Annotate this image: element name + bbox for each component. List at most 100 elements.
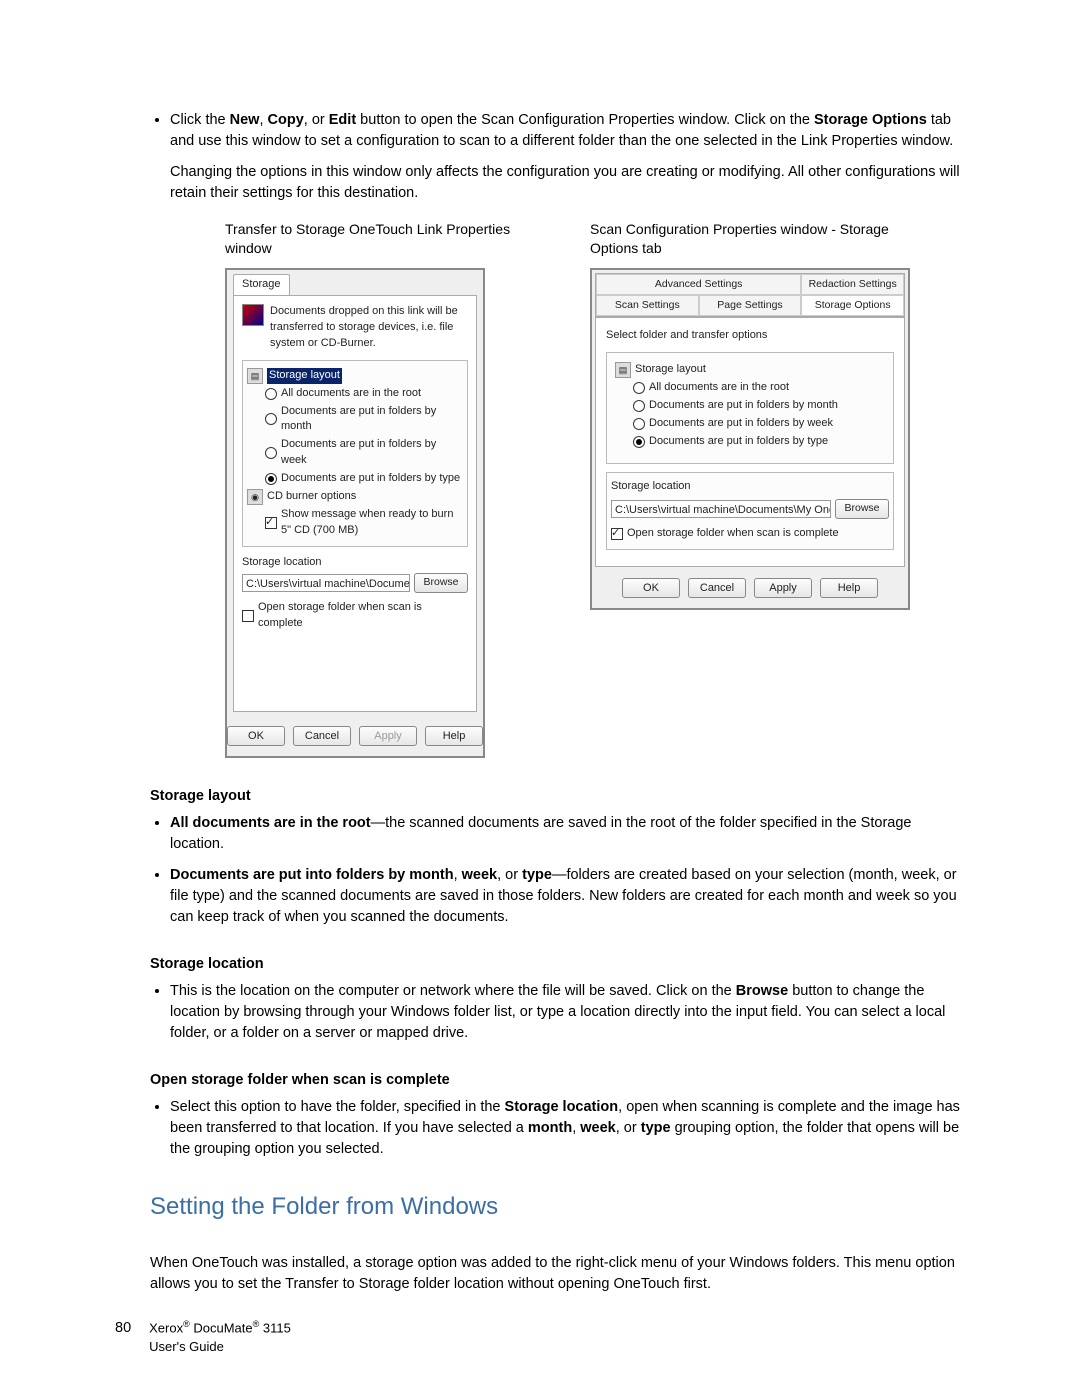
d2-storage-location-label: Storage location: [611, 479, 889, 495]
d2-storage-layout-title: Storage layout: [635, 362, 706, 378]
open-folder-row[interactable]: Open storage folder when scan is complet…: [242, 599, 468, 633]
heading-setting-folder: Setting the Folder from Windows: [150, 1190, 965, 1225]
path-row: C:\Users\virtual machine\Documents\My On…: [242, 573, 468, 593]
d2-path-row: C:\Users\virtual machine\Documents\My On…: [611, 499, 889, 519]
d2-ok-button[interactable]: OK: [622, 578, 680, 598]
d2-radio-week-label: Documents are put in folders by week: [649, 416, 833, 432]
layout-bullet-root: All documents are in the root—the scanne…: [170, 813, 965, 855]
tab-advanced-settings[interactable]: Advanced Settings: [596, 274, 801, 295]
figure-left-caption: Transfer to Storage OneTouch Link Proper…: [225, 220, 525, 258]
storage-icon: [242, 304, 264, 326]
radio-type-row[interactable]: Documents are put in folders by type: [247, 470, 463, 488]
dialog2-body: Select folder and transfer options ▤ Sto…: [595, 317, 905, 567]
dialog2-button-row: OK Cancel Apply Help: [592, 570, 908, 608]
d2-radio-month-label: Documents are put in folders by month: [649, 398, 838, 414]
d2-open-folder-row[interactable]: Open storage folder when scan is complet…: [611, 525, 889, 543]
footer-line-2: User's Guide: [149, 1338, 291, 1357]
page-footer: 80 Xerox® DocuMate® 3115 User's Guide: [115, 1318, 291, 1357]
storage-layout-title: Storage layout: [267, 368, 342, 384]
browse-button[interactable]: Browse: [414, 573, 468, 593]
intro-note: Changing the options in this window only…: [170, 162, 965, 204]
reg-mark-icon: ®: [183, 1319, 190, 1329]
cd-show-message-label: Show message when ready to burn 5" CD (7…: [281, 507, 463, 539]
d2-radio-root-icon: [633, 382, 645, 394]
description-text: Documents dropped on this link will be t…: [270, 304, 468, 352]
radio-type-icon: [265, 473, 277, 485]
tab-scan-settings[interactable]: Scan Settings: [596, 295, 699, 316]
radio-month-label: Documents are put in folders by month: [281, 404, 463, 436]
storage-location-label: Storage location: [242, 555, 468, 571]
help-button[interactable]: Help: [425, 726, 483, 746]
intro-bullets: Click the New, Copy, or Edit button to o…: [150, 110, 965, 204]
section-open-folder-heading: Open storage folder when scan is complet…: [150, 1070, 965, 1091]
tab-storage[interactable]: Storage: [233, 274, 290, 295]
tab-storage-options[interactable]: Storage Options: [801, 295, 904, 316]
d2-apply-button[interactable]: Apply: [754, 578, 812, 598]
document-page: Click the New, Copy, or Edit button to o…: [0, 0, 1080, 1397]
d2-radio-week-row[interactable]: Documents are put in folders by week: [615, 415, 885, 433]
location-bullet: This is the location on the computer or …: [170, 981, 965, 1044]
d2-layout-icon: ▤: [615, 362, 631, 378]
dialog1-button-row: OK Cancel Apply Help: [227, 718, 483, 756]
d2-radio-month-row[interactable]: Documents are put in folders by month: [615, 397, 885, 415]
d2-radio-month-icon: [633, 400, 645, 412]
d2-radio-root-row[interactable]: All documents are in the root: [615, 379, 885, 397]
d2-storage-location-group: Storage location C:\Users\virtual machin…: [606, 472, 894, 550]
open-folder-label: Open storage folder when scan is complet…: [258, 600, 468, 632]
figure-left: Transfer to Storage OneTouch Link Proper…: [225, 220, 525, 758]
open-folder-bullets: Select this option to have the folder, s…: [150, 1097, 965, 1160]
dialog-scan-config-properties: Advanced Settings Redaction Settings Sca…: [590, 268, 910, 610]
d2-browse-button[interactable]: Browse: [835, 499, 889, 519]
cancel-button[interactable]: Cancel: [293, 726, 351, 746]
storage-layout-header: ▤ Storage layout: [247, 367, 463, 385]
cd-burner-title: CD burner options: [267, 489, 356, 505]
storage-layout-group: ▤ Storage layout All documents are in th…: [242, 360, 468, 548]
description-row: Documents dropped on this link will be t…: [242, 304, 468, 352]
d2-radio-type-row[interactable]: Documents are put in folders by type: [615, 433, 885, 451]
d2-radio-root-label: All documents are in the root: [649, 380, 789, 396]
d2-radio-type-icon: [633, 436, 645, 448]
tab-strip: Storage: [227, 270, 483, 295]
radio-root-label: All documents are in the root: [281, 386, 421, 402]
d2-radio-week-icon: [633, 418, 645, 430]
tab-redaction-settings[interactable]: Redaction Settings: [801, 274, 904, 295]
tab-body: Documents dropped on this link will be t…: [233, 295, 477, 712]
d2-cancel-button[interactable]: Cancel: [688, 578, 746, 598]
radio-week-icon: [265, 447, 277, 459]
apply-button[interactable]: Apply: [359, 726, 417, 746]
storage-layout-bullets: All documents are in the root—the scanne…: [150, 813, 965, 928]
intro-bullet-1: Click the New, Copy, or Edit button to o…: [170, 110, 965, 204]
cd-icon: ◉: [247, 489, 263, 505]
d2-storage-layout-group: ▤ Storage layout All documents are in th…: [606, 352, 894, 464]
storage-path-input[interactable]: C:\Users\virtual machine\Documents\My On…: [242, 574, 410, 592]
radio-month-row[interactable]: Documents are put in folders by month: [247, 403, 463, 437]
tab-row-bottom: Scan Settings Page Settings Storage Opti…: [595, 295, 905, 317]
ok-button[interactable]: OK: [227, 726, 285, 746]
storage-location-bullets: This is the location on the computer or …: [150, 981, 965, 1044]
layout-icon: ▤: [247, 368, 263, 384]
footer-line-1: Xerox® DocuMate® 3115: [149, 1318, 291, 1338]
paragraph-after-h2: When OneTouch was installed, a storage o…: [150, 1253, 955, 1295]
tab-page-settings[interactable]: Page Settings: [699, 295, 802, 316]
open-folder-checkbox: [242, 610, 254, 622]
section-storage-location-heading: Storage location: [150, 954, 965, 975]
radio-month-icon: [265, 413, 277, 425]
radio-root-row[interactable]: All documents are in the root: [247, 385, 463, 403]
cd-show-message-row[interactable]: Show message when ready to burn 5" CD (7…: [247, 506, 463, 540]
layout-bullet-month-week-type: Documents are put into folders by month,…: [170, 865, 965, 928]
radio-week-row[interactable]: Documents are put in folders by week: [247, 436, 463, 470]
radio-week-label: Documents are put in folders by week: [281, 437, 463, 469]
d2-help-button[interactable]: Help: [820, 578, 878, 598]
figure-right: Scan Configuration Properties window - S…: [590, 220, 910, 758]
radio-type-label: Documents are put in folders by type: [281, 471, 460, 487]
cd-show-message-checkbox: [265, 517, 277, 529]
radio-root-icon: [265, 388, 277, 400]
page-number: 80: [115, 1318, 131, 1339]
dialog-link-properties: Storage Documents dropped on this link w…: [225, 268, 485, 758]
d2-storage-path-input[interactable]: C:\Users\virtual machine\Documents\My On…: [611, 500, 831, 518]
footer-text-block: Xerox® DocuMate® 3115 User's Guide: [149, 1318, 291, 1357]
section-storage-layout-heading: Storage layout: [150, 786, 965, 807]
cd-burner-header: ◉ CD burner options: [247, 488, 463, 506]
select-folder-label: Select folder and transfer options: [606, 328, 894, 344]
d2-radio-type-label: Documents are put in folders by type: [649, 434, 828, 450]
